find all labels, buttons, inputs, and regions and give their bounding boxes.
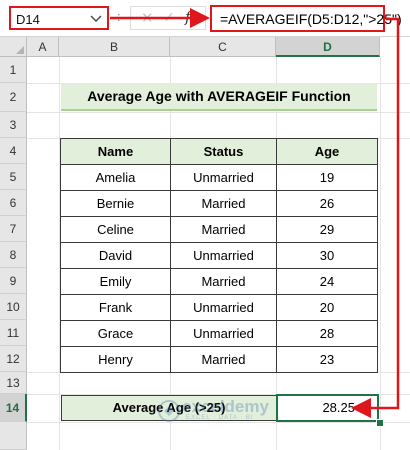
- row-header-12[interactable]: 12: [0, 346, 27, 372]
- formula-bar-buttons: ✕ ✓ fx: [130, 6, 206, 30]
- select-all-corner[interactable]: [0, 37, 27, 57]
- row-header-9[interactable]: 9: [0, 268, 27, 294]
- row-header-14[interactable]: 14: [0, 394, 27, 422]
- name-box-value: D14: [16, 12, 40, 27]
- cell-status[interactable]: Unmarried: [170, 320, 277, 347]
- header-age[interactable]: Age: [276, 138, 378, 165]
- row-header-5[interactable]: 5: [0, 164, 27, 190]
- column-header-a[interactable]: A: [27, 37, 59, 57]
- row-header-8[interactable]: 8: [0, 242, 27, 268]
- cell-status[interactable]: Married: [170, 268, 277, 295]
- cell-status[interactable]: Married: [170, 190, 277, 217]
- gridline: [27, 112, 410, 113]
- cell-age[interactable]: 29: [276, 216, 378, 243]
- row-header-15-partial[interactable]: [0, 422, 27, 450]
- cell-name[interactable]: Amelia: [60, 164, 171, 191]
- row-header-6[interactable]: 6: [0, 190, 27, 216]
- row-header-3[interactable]: 3: [0, 112, 27, 138]
- formula-input[interactable]: =AVERAGEIF(D5:D12,">25"): [210, 5, 402, 32]
- cell-name[interactable]: Henry: [60, 346, 171, 373]
- gridline: [27, 422, 410, 423]
- cancel-icon[interactable]: ✕: [141, 9, 154, 27]
- enter-check-icon[interactable]: ✓: [163, 9, 175, 26]
- formula-bar-area: D14 : ✕ ✓ fx =AVERAGEIF(D5:D12,">25"): [0, 0, 410, 37]
- cell-name[interactable]: Frank: [60, 294, 171, 321]
- row-header-1[interactable]: 1: [0, 57, 27, 83]
- cell-age[interactable]: 19: [276, 164, 378, 191]
- header-status[interactable]: Status: [170, 138, 277, 165]
- gridline: [380, 57, 381, 450]
- cell-name[interactable]: David: [60, 242, 171, 269]
- name-box[interactable]: D14: [9, 6, 109, 30]
- cell-name[interactable]: Celine: [60, 216, 171, 243]
- column-header-c[interactable]: C: [170, 37, 276, 57]
- column-header-d[interactable]: D: [276, 37, 380, 57]
- cell-status[interactable]: Unmarried: [170, 242, 277, 269]
- row-header-2[interactable]: 2: [0, 83, 27, 112]
- row-header-13[interactable]: 13: [0, 372, 27, 394]
- cell-age[interactable]: 30: [276, 242, 378, 269]
- row-header-11[interactable]: 11: [0, 320, 27, 346]
- cell-age[interactable]: 24: [276, 268, 378, 295]
- row-header-7[interactable]: 7: [0, 216, 27, 242]
- cell-name[interactable]: Bernie: [60, 190, 171, 217]
- fill-handle[interactable]: [376, 419, 384, 427]
- cell-status[interactable]: Unmarried: [170, 164, 277, 191]
- cell-status[interactable]: Married: [170, 346, 277, 373]
- header-name[interactable]: Name: [60, 138, 171, 165]
- cell-status[interactable]: Married: [170, 216, 277, 243]
- cell-age[interactable]: 28: [276, 320, 378, 347]
- cell-age[interactable]: 23: [276, 346, 378, 373]
- cell-name[interactable]: Emily: [60, 268, 171, 295]
- column-header-b[interactable]: B: [59, 37, 170, 57]
- sheet-title[interactable]: Average Age with AVERAGEIF Function: [61, 83, 377, 111]
- row-header-4[interactable]: 4: [0, 138, 27, 164]
- average-value-cell[interactable]: 28.25: [276, 394, 379, 422]
- insert-function-icon[interactable]: fx: [185, 8, 199, 26]
- cell-name[interactable]: Grace: [60, 320, 171, 347]
- cell-age[interactable]: 26: [276, 190, 378, 217]
- row-header-10[interactable]: 10: [0, 294, 27, 320]
- average-label-cell[interactable]: Average Age (>25): [61, 395, 277, 421]
- cell-age[interactable]: 20: [276, 294, 378, 321]
- formula-bar-separator: :: [117, 9, 121, 24]
- chevron-down-icon[interactable]: [89, 10, 103, 26]
- cell-status[interactable]: Unmarried: [170, 294, 277, 321]
